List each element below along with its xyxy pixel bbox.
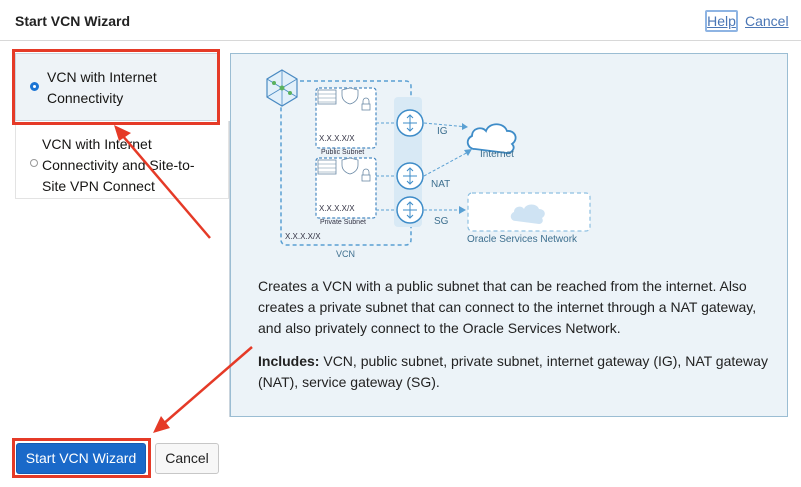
ig-label: IG <box>437 126 448 137</box>
help-link[interactable]: Help <box>705 10 738 32</box>
dialog-title: Start VCN Wizard <box>15 13 131 29</box>
public-cidr-label: X.X.X.X/X <box>319 134 355 143</box>
vcn-cidr-label: X.X.X.X/X <box>285 232 321 241</box>
cancel-button[interactable]: Cancel <box>155 443 219 474</box>
includes-label: Includes: <box>258 353 320 369</box>
osn-label: Oracle Services Network <box>467 234 578 245</box>
start-button-highlight-box <box>12 438 151 478</box>
includes-list: VCN, public subnet, private subnet, inte… <box>258 353 768 390</box>
wizard-description: Creates a VCN with a public subnet that … <box>258 278 757 336</box>
private-subnet-label: Private Subnet <box>320 219 366 226</box>
sg-label: SG <box>434 216 449 227</box>
public-subnet-label: Public Subnet <box>321 149 365 156</box>
private-cidr-label: X.X.X.X/X <box>319 204 355 213</box>
internet-label: Internet <box>480 149 514 160</box>
option-vpn-radio[interactable] <box>30 159 38 167</box>
dialog-header: Start VCN Wizard Help Cancel <box>0 0 801 41</box>
vcn-label: VCN <box>336 249 356 259</box>
includes-text: Includes: VCN, public subnet, private su… <box>258 351 768 393</box>
option-vpn-label-line1: VCN with Internet <box>42 136 152 152</box>
nat-label: NAT <box>431 179 451 190</box>
option-vpn-label-line2: Connectivity and Site-to- <box>42 157 195 173</box>
header-cancel-link[interactable]: Cancel <box>745 13 789 29</box>
option-highlight-box <box>12 49 220 125</box>
option-vpn-label-line3: Site VPN Connect <box>42 178 155 194</box>
